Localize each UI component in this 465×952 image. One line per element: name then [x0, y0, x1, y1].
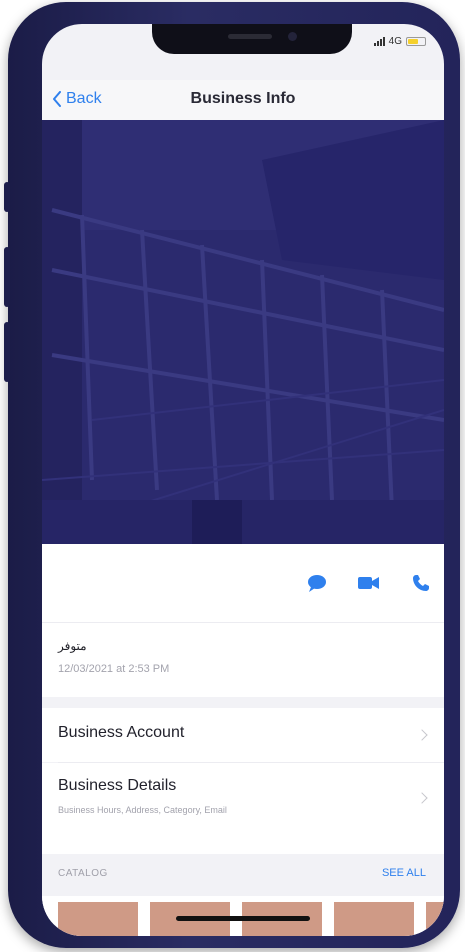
network-label: 4G	[388, 36, 402, 47]
business-details-label: Business Details	[58, 777, 177, 794]
business-details-subtitle: Business Hours, Address, Category, Email	[58, 805, 227, 815]
screen: 4G Back Business Info متوفر 12/03/2021 a…	[42, 24, 444, 936]
volume-down-button	[4, 322, 10, 382]
volume-up-button	[4, 247, 10, 307]
video-camera-icon	[358, 577, 379, 589]
status-date: 12/03/2021 at 2:53 PM	[58, 663, 170, 675]
cover-photo	[42, 120, 444, 544]
page-title: Business Info	[190, 90, 296, 107]
video-call-button[interactable]	[354, 568, 384, 598]
speaker-grille	[228, 34, 272, 39]
message-bubble-icon	[308, 575, 326, 592]
signal-icon	[373, 37, 385, 46]
phone-icon	[413, 575, 429, 591]
navigation-bar: Back Business Info	[42, 80, 444, 120]
silent-switch	[4, 182, 10, 212]
phone-frame: 4G Back Business Info متوفر 12/03/2021 a…	[4, 2, 460, 948]
voice-call-button[interactable]	[406, 568, 436, 598]
contact-actions	[42, 544, 444, 622]
battery-icon	[406, 37, 426, 46]
about-status: متوفر 12/03/2021 at 2:53 PM	[42, 622, 444, 697]
business-account-label: Business Account	[58, 724, 185, 741]
message-button[interactable]	[302, 568, 332, 598]
front-camera	[288, 32, 297, 41]
catalog-header: CATALOG SEE ALL	[42, 854, 444, 896]
catalog-item[interactable]	[426, 902, 444, 936]
status-text: متوفر	[58, 639, 87, 653]
status-bar: 4G	[373, 36, 426, 47]
notch	[152, 24, 352, 54]
see-all-link[interactable]: SEE ALL	[382, 867, 426, 879]
catalog-item[interactable]	[334, 902, 414, 936]
catalog-label: CATALOG	[58, 868, 108, 879]
business-details-row[interactable]: Business Details Business Hours, Address…	[42, 763, 444, 854]
chevron-right-icon	[416, 729, 428, 741]
catalog-item[interactable]	[58, 902, 138, 936]
cover-image	[42, 120, 444, 544]
home-indicator	[176, 916, 310, 921]
business-account-row[interactable]: Business Account	[42, 708, 444, 762]
chevron-right-icon	[416, 792, 428, 804]
